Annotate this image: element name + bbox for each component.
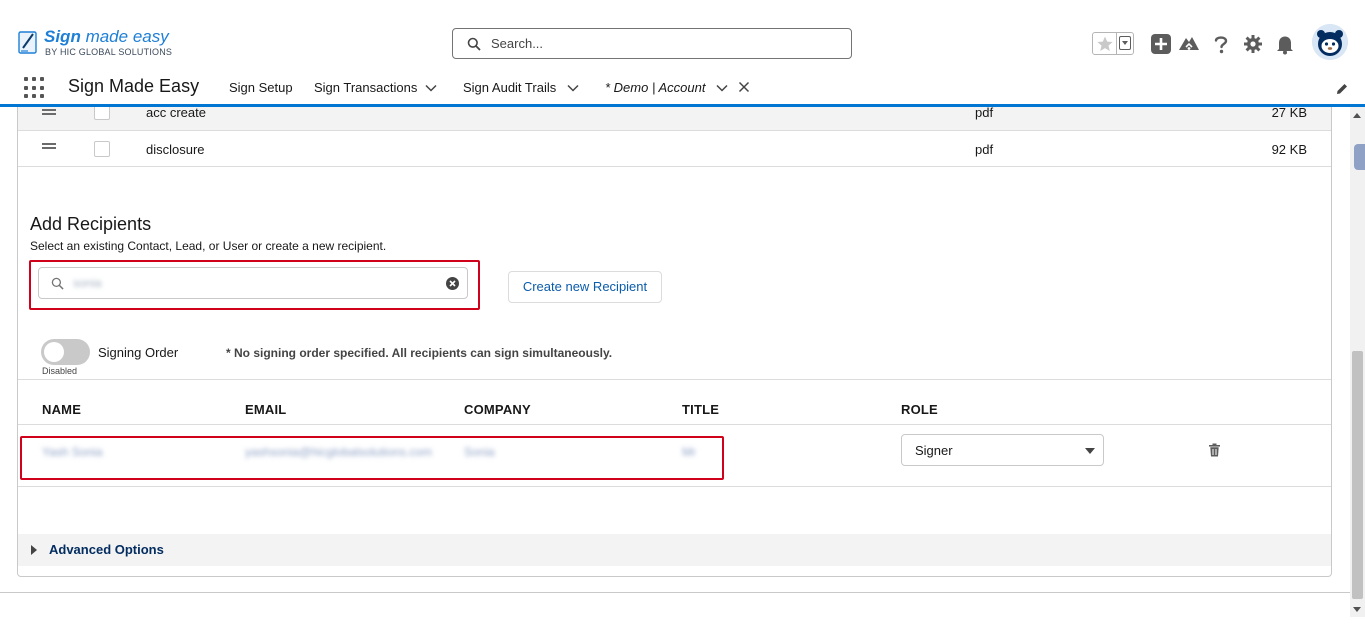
chevron-down-icon[interactable] [716, 82, 728, 94]
signing-order-note: * No signing order specified. All recipi… [226, 346, 613, 360]
recipient-search-input[interactable]: sonia [38, 267, 468, 299]
scrollbar-thumb[interactable] [1352, 351, 1363, 599]
global-search-input[interactable]: Search... [452, 28, 852, 59]
toggle-state-text: Disabled [42, 366, 78, 376]
close-tab-icon[interactable] [738, 81, 750, 93]
chevron-down-icon[interactable] [425, 82, 437, 94]
recipients-table-header: NAME EMAIL COMPANY TITLE ROLE [18, 379, 1331, 425]
role-select-value: Signer [915, 443, 953, 458]
column-header-role: ROLE [901, 402, 938, 417]
nav-item-sign-setup[interactable]: Sign Setup [229, 80, 293, 95]
chevron-down-icon[interactable] [567, 82, 579, 94]
column-header-title: TITLE [682, 402, 720, 417]
file-type: pdf [975, 142, 994, 157]
delete-trash-icon[interactable] [1208, 443, 1221, 457]
file-size: 92 KB [1271, 142, 1307, 157]
setup-gear-icon[interactable] [1242, 33, 1264, 55]
file-row: acc create pdf 27 KB [18, 107, 1331, 131]
drag-handle-icon[interactable] [42, 143, 56, 149]
advanced-options-section[interactable]: Advanced Options [18, 534, 1331, 566]
favorites-list-chevron-down-icon[interactable] [1119, 36, 1131, 50]
nav-item-sign-transactions[interactable]: Sign Transactions [314, 80, 417, 95]
scroll-down-arrow-icon[interactable] [1353, 607, 1361, 612]
help-icon[interactable] [1210, 33, 1232, 55]
column-header-name: NAME [42, 402, 82, 417]
search-icon [467, 37, 481, 51]
drag-handle-icon[interactable] [42, 109, 56, 115]
add-icon[interactable] [1150, 33, 1172, 55]
clear-icon[interactable] [445, 276, 460, 291]
role-select[interactable]: Signer [901, 434, 1104, 466]
toggle-label: Signing Order [98, 345, 179, 360]
file-checkbox[interactable] [94, 107, 110, 120]
favorites-button-group[interactable] [1092, 32, 1134, 55]
caret-down-icon [1085, 448, 1095, 454]
advanced-options-label: Advanced Options [49, 542, 164, 557]
star-icon[interactable] [1096, 35, 1114, 53]
recipient-search-value: sonia [73, 276, 102, 290]
app-name: Sign Made Easy [68, 76, 200, 96]
logo-subtitle: BY HIC GLOBAL SOLUTIONS [45, 47, 173, 57]
logo-title: Sign made easy [44, 27, 169, 46]
nav-item-sign-audit-trails[interactable]: Sign Audit Trails [463, 80, 556, 95]
expand-triangle-icon [31, 545, 37, 555]
app-navigation-bar: Sign Made Easy Sign Setup Sign Transacti… [0, 70, 1365, 107]
side-panel-tab[interactable] [1354, 144, 1365, 170]
logo-document-icon [18, 31, 37, 54]
page-footer-area [0, 592, 1350, 637]
main-content: acc create pdf 27 KB disclosure pdf 92 K… [0, 107, 1350, 617]
file-checkbox[interactable] [94, 141, 110, 157]
trailhead-icon[interactable] [1178, 33, 1200, 55]
file-type: pdf [975, 107, 994, 120]
file-size: 27 KB [1271, 107, 1307, 120]
tab-demo-account[interactable]: * Demo | Account [605, 80, 705, 95]
section-title: Add Recipients [30, 214, 152, 234]
notification-bell-icon[interactable] [1274, 33, 1296, 55]
search-icon [51, 277, 64, 290]
signing-order-toggle[interactable] [41, 339, 90, 365]
app-logo[interactable]: Sign made easy BY HIC GLOBAL SOLUTIONS [18, 27, 218, 61]
vertical-scrollbar[interactable] [1350, 107, 1365, 617]
highlight-box-recipient-row [20, 436, 724, 480]
file-row: disclosure pdf 92 KB [18, 131, 1331, 167]
section-subtitle: Select an existing Contact, Lead, or Use… [30, 239, 387, 253]
edit-nav-pencil-icon[interactable] [1335, 82, 1349, 96]
search-placeholder: Search... [491, 36, 544, 51]
favorites-separator [1116, 33, 1117, 54]
file-name: acc create [146, 107, 206, 120]
scroll-up-arrow-icon[interactable] [1353, 113, 1361, 118]
global-header: Sign made easy BY HIC GLOBAL SOLUTIONS S… [0, 0, 1365, 70]
app-launcher-waffle-icon[interactable] [24, 77, 46, 99]
file-name: disclosure [146, 142, 205, 157]
document-card [17, 107, 1332, 577]
user-avatar[interactable] [1312, 24, 1348, 60]
column-header-email: EMAIL [245, 402, 287, 417]
create-new-recipient-button[interactable]: Create new Recipient [508, 271, 662, 303]
astro-avatar-icon [1312, 24, 1348, 60]
column-header-company: COMPANY [464, 402, 531, 417]
